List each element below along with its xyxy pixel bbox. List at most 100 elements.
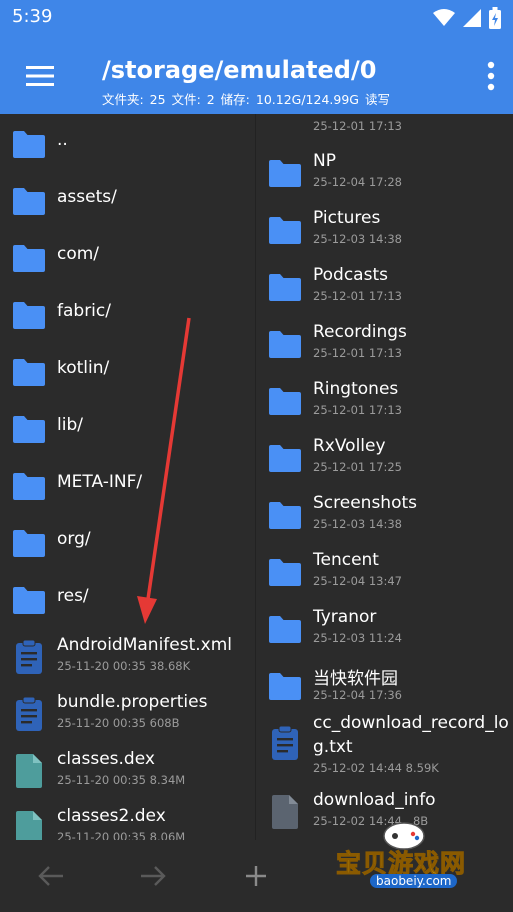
- folder-name: res/: [57, 586, 89, 606]
- status-bar: 5:39: [0, 0, 513, 38]
- file-name: download_info: [313, 790, 436, 810]
- folder-item[interactable]: Pictures 25-12-03 14:38: [256, 200, 513, 257]
- add-button[interactable]: [238, 858, 274, 894]
- file-name: cc_download_record_lo: [313, 713, 509, 733]
- folder-name: Tyranor: [313, 607, 377, 627]
- menu-button[interactable]: [20, 60, 60, 92]
- text-file-icon: [11, 696, 47, 732]
- dex-file-icon: [11, 810, 47, 840]
- file-meta: 25-12-01 17:13: [313, 346, 402, 360]
- folder-item[interactable]: com/: [0, 228, 256, 285]
- folder-item[interactable]: Recordings 25-12-01 17:13: [256, 314, 513, 371]
- folder-icon: [11, 582, 47, 618]
- folder-icon: [267, 554, 303, 590]
- folder-name: Ringtones: [313, 379, 399, 399]
- folder-name: Pictures: [313, 208, 381, 228]
- folder-icon: [267, 497, 303, 533]
- folder-item[interactable]: Podcasts 25-12-01 17:13: [256, 257, 513, 314]
- status-icons: [433, 7, 501, 29]
- storage-info: 文件夹: 25 文件: 2 储存: 10.12G/124.99G 读写: [102, 92, 390, 107]
- folder-item[interactable]: Ringtones 25-12-01 17:13: [256, 371, 513, 428]
- folder-item[interactable]: NP 25-12-04 17:28: [256, 143, 513, 200]
- file-meta: 25-12-01 17:13: [313, 119, 402, 133]
- folder-name: RxVolley: [313, 436, 386, 456]
- dex-file-icon: [11, 753, 47, 789]
- folder-name: Podcasts: [313, 265, 388, 285]
- folder-icon: [267, 440, 303, 476]
- file-meta: 25-11-20 00:35 38.68K: [57, 659, 191, 673]
- file-meta: 25-12-03 14:38: [313, 517, 402, 531]
- folder-item[interactable]: RxVolley 25-12-01 17:25: [256, 428, 513, 485]
- folder-icon: [11, 468, 47, 504]
- folder-icon: [11, 126, 47, 162]
- folder-item[interactable]: fabric/: [0, 285, 256, 342]
- folder-item[interactable]: kotlin/: [0, 342, 256, 399]
- folder-item[interactable]: org/: [0, 513, 256, 570]
- folder-icon: [267, 383, 303, 419]
- folder-item[interactable]: ..: [0, 114, 256, 171]
- folder-icon: [11, 411, 47, 447]
- folder-icon: [11, 525, 47, 561]
- back-button[interactable]: [33, 858, 69, 894]
- folder-icon: [267, 155, 303, 191]
- file-meta: 25-11-20 00:35 8.06M: [57, 830, 186, 840]
- watermark-site: baobeiy.com: [370, 874, 458, 888]
- file-item[interactable]: classes.dex 25-11-20 00:35 8.34M: [0, 741, 256, 798]
- more-options-button[interactable]: [481, 56, 501, 96]
- folder-name: lib/: [57, 415, 83, 435]
- file-meta: 25-12-01 17:25: [313, 460, 402, 474]
- file-name: bundle.properties: [57, 692, 208, 712]
- file-meta: 25-12-04 17:28: [313, 175, 402, 189]
- folder-name: kotlin/: [57, 358, 110, 378]
- file-item[interactable]: AndroidManifest.xml 25-11-20 00:35 38.68K: [0, 627, 256, 684]
- file-meta: 25-11-20 00:35 8.34M: [57, 773, 186, 787]
- folder-name: com/: [57, 244, 100, 264]
- folder-icon: [267, 668, 303, 704]
- folder-item[interactable]: lib/: [0, 399, 256, 456]
- file-meta: 25-12-01 17:13: [313, 289, 402, 303]
- forward-arrow-icon: [141, 866, 166, 886]
- file-meta: 25-12-04 13:47: [313, 574, 402, 588]
- folder-item[interactable]: Tyranor 25-12-03 11:24: [256, 599, 513, 656]
- file-item[interactable]: cc_download_record_lo g.txt 25-12-02 14:44…: [256, 713, 513, 775]
- plus-icon: [246, 866, 266, 886]
- text-file-icon: [11, 639, 47, 675]
- folder-item[interactable]: 当快软件园 25-12-04 17:36: [256, 656, 513, 713]
- plain-file-icon: [267, 794, 303, 830]
- app-bar: /storage/emulated/0 文件夹: 25 文件: 2 储存: 10…: [0, 38, 513, 114]
- file-name-continued: g.txt: [313, 737, 353, 757]
- file-meta: 25-12-02 14:44 8.59K: [313, 761, 439, 775]
- status-time: 5:39: [12, 6, 53, 27]
- file-item[interactable]: bundle.properties 25-11-20 00:35 608B: [0, 684, 256, 741]
- list-item[interactable]: 25-12-01 17:13: [256, 114, 513, 143]
- file-name: AndroidManifest.xml: [57, 635, 233, 655]
- folder-item[interactable]: assets/: [0, 171, 256, 228]
- file-meta: 25-12-01 17:13: [313, 403, 402, 417]
- current-path-title: /storage/emulated/0: [102, 56, 377, 84]
- folder-name: fabric/: [57, 301, 111, 321]
- folder-icon: [267, 326, 303, 362]
- folder-item[interactable]: META-INF/: [0, 456, 256, 513]
- folder-item[interactable]: Tencent 25-12-04 13:47: [256, 542, 513, 599]
- more-vert-icon: [487, 61, 495, 91]
- folder-item[interactable]: res/: [0, 570, 256, 627]
- forward-button[interactable]: [135, 858, 171, 894]
- folder-item[interactable]: Screenshots 25-12-03 14:38: [256, 485, 513, 542]
- file-meta: 25-12-03 14:38: [313, 232, 402, 246]
- folder-name: Screenshots: [313, 493, 418, 513]
- folder-icon: [267, 611, 303, 647]
- back-arrow-icon: [38, 866, 63, 886]
- folder-name: NP: [313, 151, 336, 171]
- folder-icon: [11, 354, 47, 390]
- folder-icon: [267, 269, 303, 305]
- file-name: classes.dex: [57, 749, 155, 769]
- left-file-pane[interactable]: .. assets/com/fabric/kotlin/lib/META-INF/…: [0, 114, 256, 840]
- file-meta: 25-11-20 00:35 608B: [57, 716, 180, 730]
- signal-icon: [463, 9, 481, 27]
- folder-name: assets/: [57, 187, 117, 207]
- folder-name: META-INF/: [57, 472, 143, 492]
- folder-icon: [267, 212, 303, 248]
- watermark-logo: 宝贝游戏网 baobeiy.com: [330, 818, 510, 906]
- right-file-pane[interactable]: 25-12-01 17:13 NP 25-12-04 17:28 Pictures 2…: [256, 114, 513, 840]
- file-item[interactable]: classes2.dex 25-11-20 00:35 8.06M: [0, 798, 256, 840]
